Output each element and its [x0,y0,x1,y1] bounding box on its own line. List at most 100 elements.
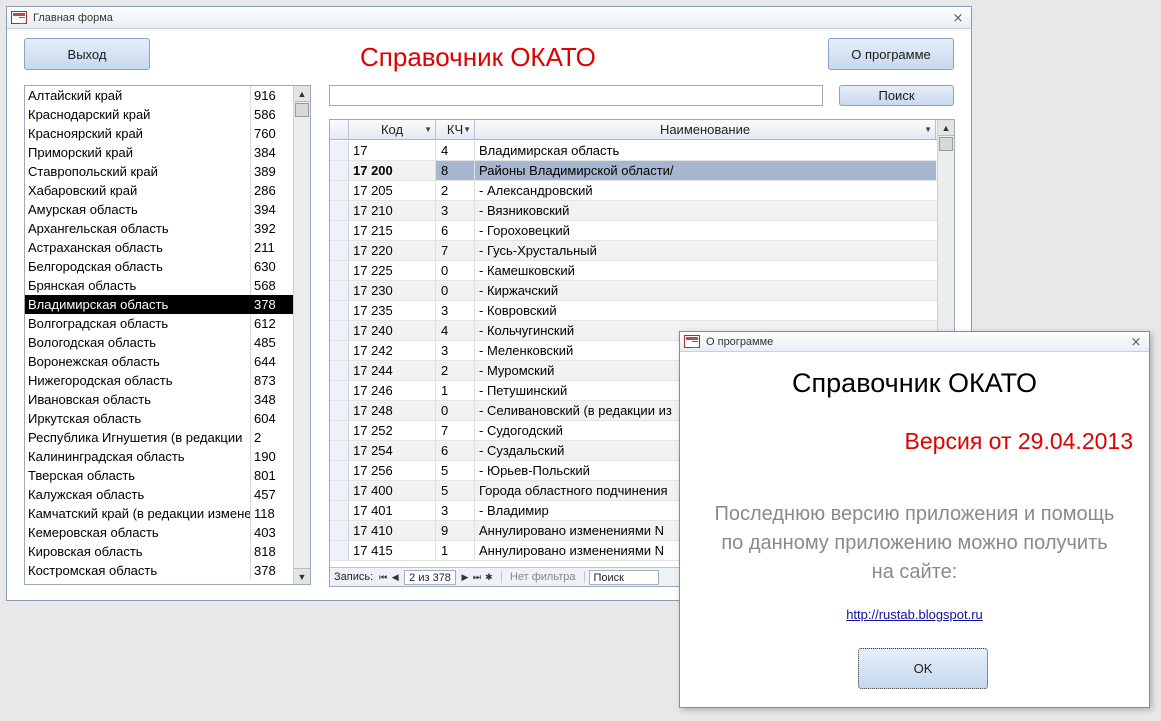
record-selector[interactable] [330,221,349,240]
record-selector[interactable] [330,161,349,180]
cell-name[interactable]: - Вязниковский [475,201,936,220]
table-row[interactable]: 17 4 Владимирская область [330,141,937,161]
scroll-thumb[interactable] [939,137,953,151]
cell-code[interactable]: 17 254 [349,441,436,460]
cell-code[interactable]: 17 225 [349,261,436,280]
table-row[interactable]: 17 215 6- Гороховецкий [330,221,937,241]
navigator-search-field[interactable]: Поиск [588,569,659,585]
list-item[interactable]: Красноярский край 760 [25,124,310,143]
cell-name[interactable]: - Гороховецкий [475,221,936,240]
list-item[interactable]: Архангельская область 392 [25,219,310,238]
table-row[interactable]: 17 220 7- Гусь-Хрустальный [330,241,937,261]
column-header-name[interactable]: Наименование ▼ [475,120,936,139]
cell-kch[interactable]: 2 [436,361,475,380]
cell-name[interactable]: Владимирская область [475,141,936,160]
record-position-field[interactable]: 2 из 378 [404,569,456,585]
search-input[interactable] [329,85,823,106]
list-item[interactable]: Амурская область 394 [25,200,310,219]
record-selector[interactable] [330,401,349,420]
cell-code[interactable]: 17 200 [349,161,436,180]
list-item[interactable]: Ставропольский край 389 [25,162,310,181]
next-record-icon[interactable]: ▶ [459,572,471,583]
cell-kch[interactable]: 7 [436,241,475,260]
cell-code[interactable]: 17 400 [349,481,436,500]
cell-kch[interactable]: 3 [436,341,475,360]
cell-code[interactable]: 17 220 [349,241,436,260]
cell-kch[interactable]: 4 [436,141,475,160]
cell-code[interactable]: 17 240 [349,321,436,340]
cell-kch[interactable]: 3 [436,201,475,220]
record-selector[interactable] [330,321,349,340]
column-header-code[interactable]: Код ▼ [349,120,436,139]
cell-kch[interactable]: 4 [436,321,475,340]
cell-kch[interactable]: 0 [436,261,475,280]
column-header-kch[interactable]: КЧ ▼ [436,120,475,139]
list-item[interactable]: Алтайский край 916 [25,86,310,105]
chevron-down-icon[interactable]: ▼ [924,120,932,139]
region-list-scrollbar[interactable]: ▲ ▼ [293,86,310,584]
search-button[interactable]: Поиск [839,85,954,106]
scroll-up-icon[interactable]: ▲ [294,86,310,102]
cell-code[interactable]: 17 242 [349,341,436,360]
list-item[interactable]: Владимирская область 378 [25,295,310,314]
scroll-down-icon[interactable]: ▼ [294,568,310,584]
cell-name[interactable]: - Камешковский [475,261,936,280]
list-item[interactable]: Воронежская область 644 [25,352,310,371]
record-selector[interactable] [330,441,349,460]
website-link[interactable]: http://rustab.blogspot.ru [680,607,1149,622]
list-item[interactable]: Кемеровская область 403 [25,523,310,542]
table-row[interactable]: 17 205 2- Александровский [330,181,937,201]
cell-name[interactable]: - Гусь-Хрустальный [475,241,936,260]
select-all-corner[interactable] [330,120,349,139]
cell-kch[interactable]: 0 [436,401,475,420]
list-item[interactable]: Камчатский край (в редакции измене 118 [25,504,310,523]
cell-kch[interactable]: 0 [436,281,475,300]
list-item[interactable]: Краснодарский край 586 [25,105,310,124]
record-selector[interactable] [330,301,349,320]
cell-kch[interactable]: 6 [436,441,475,460]
chevron-down-icon[interactable]: ▼ [424,120,432,139]
record-selector[interactable] [330,341,349,360]
list-item[interactable]: Калининградская область 190 [25,447,310,466]
filter-toggle[interactable]: Нет фильтра [500,571,585,583]
cell-name[interactable]: - Ковровский [475,301,936,320]
cell-kch[interactable]: 2 [436,181,475,200]
cell-code[interactable]: 17 252 [349,421,436,440]
cell-code[interactable]: 17 205 [349,181,436,200]
record-selector[interactable] [330,261,349,280]
region-list[interactable]: Алтайский край 916 Краснодарский край 586 Кр… [24,85,311,585]
cell-kch[interactable]: 5 [436,461,475,480]
list-item[interactable]: Приморский край 384 [25,143,310,162]
list-item[interactable]: Волгоградская область 612 [25,314,310,333]
cell-code[interactable]: 17 415 [349,541,436,560]
record-selector[interactable] [330,481,349,500]
table-row[interactable]: 17 225 0- Камешковский [330,261,937,281]
cell-code[interactable]: 17 235 [349,301,436,320]
cell-code[interactable]: 17 256 [349,461,436,480]
close-icon[interactable]: ⨯ [945,10,971,26]
record-selector[interactable] [330,141,349,160]
table-row[interactable]: 17 235 3- Ковровский [330,301,937,321]
record-selector[interactable] [330,521,349,540]
list-item[interactable]: Республика Игнушетия (в редакции 2 [25,428,310,447]
record-selector[interactable] [330,241,349,260]
record-selector[interactable] [330,281,349,300]
list-item[interactable]: Белгородская область 630 [25,257,310,276]
list-item[interactable]: Калужская область 457 [25,485,310,504]
cell-code[interactable]: 17 244 [349,361,436,380]
list-item[interactable]: Иркутская область 604 [25,409,310,428]
list-item[interactable]: Астраханская область 211 [25,238,310,257]
prev-record-icon[interactable]: ◀ [389,572,401,583]
chevron-down-icon[interactable]: ▼ [463,120,471,139]
exit-button[interactable]: Выход [24,38,150,70]
ok-button[interactable]: OK [858,648,988,689]
table-row[interactable]: 17 230 0- Киржачский [330,281,937,301]
cell-code[interactable]: 17 410 [349,521,436,540]
table-row[interactable]: 17 200 8 Районы Владимирской области/ [330,161,937,181]
cell-kch[interactable]: 9 [436,521,475,540]
close-icon[interactable]: ⨯ [1123,334,1149,350]
new-record-icon[interactable]: ✱ [483,572,495,583]
scroll-thumb[interactable] [295,103,309,117]
cell-kch[interactable]: 6 [436,221,475,240]
first-record-icon[interactable]: ⏮ [377,572,389,583]
